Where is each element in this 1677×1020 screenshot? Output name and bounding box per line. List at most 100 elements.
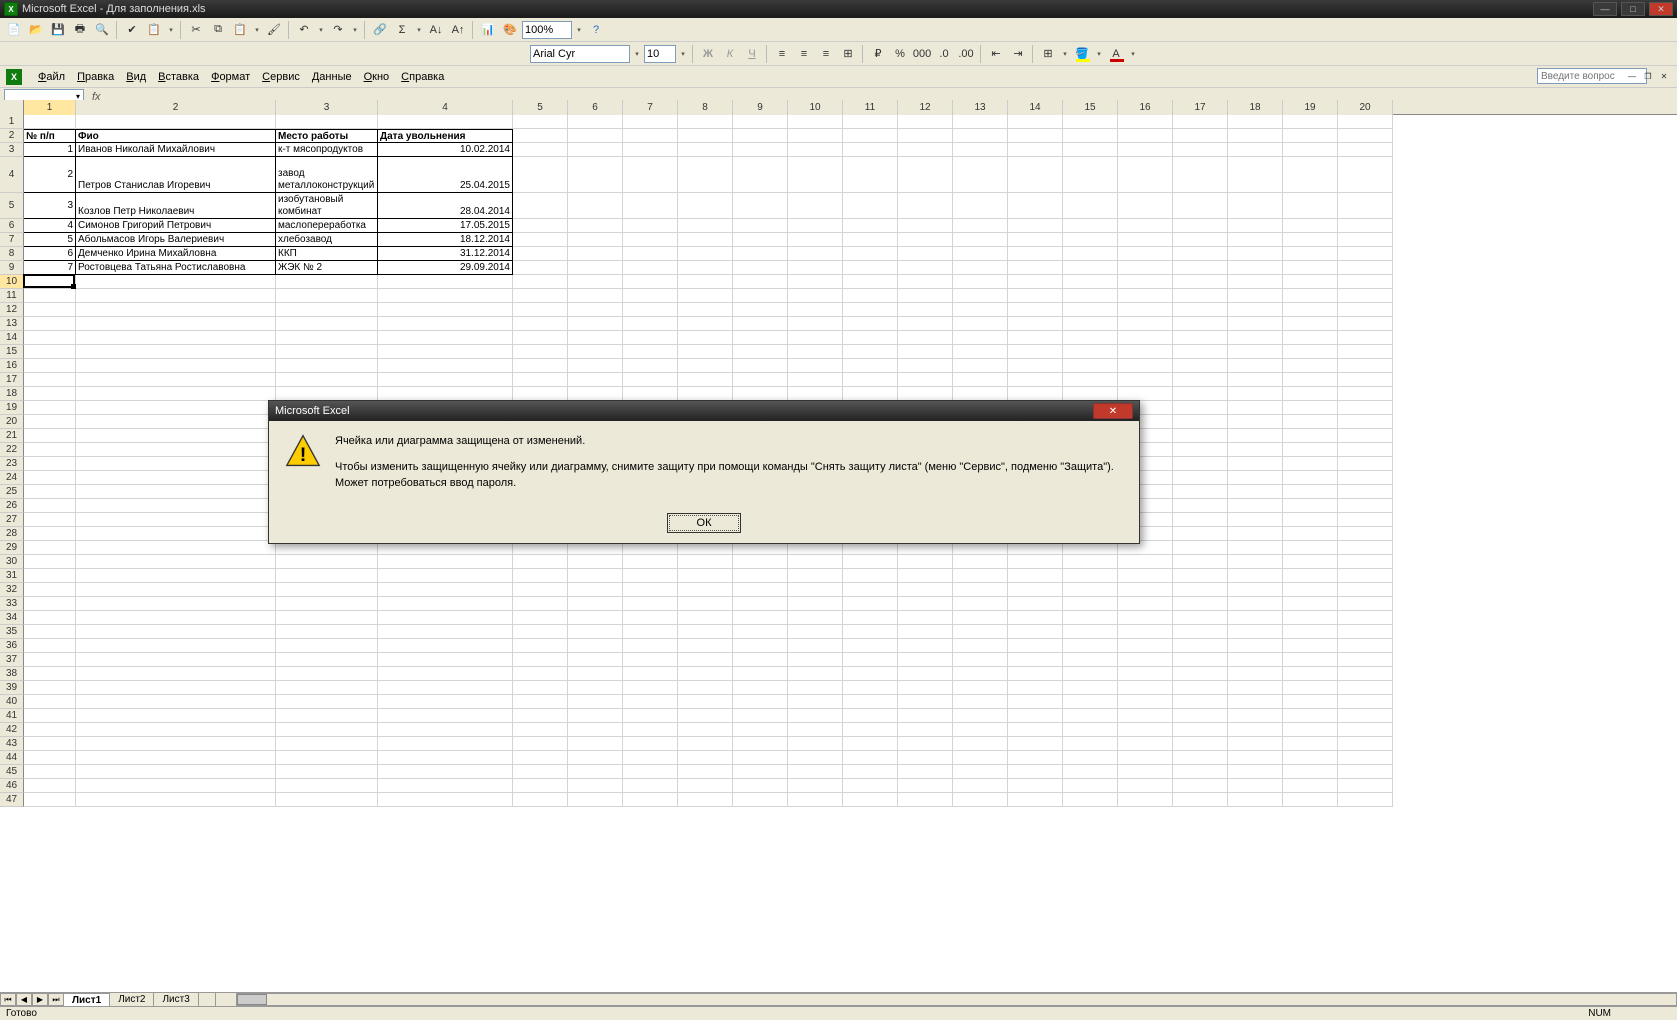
cell[interactable] [733, 157, 788, 193]
cell[interactable] [623, 233, 678, 247]
cell[interactable] [788, 779, 843, 793]
cell[interactable] [276, 303, 378, 317]
cell[interactable] [788, 695, 843, 709]
cell[interactable] [1228, 737, 1283, 751]
cell[interactable] [678, 143, 733, 157]
cell[interactable] [953, 219, 1008, 233]
cell[interactable] [1008, 667, 1063, 681]
cell[interactable] [1228, 359, 1283, 373]
cell[interactable] [1063, 359, 1118, 373]
cell[interactable] [1228, 723, 1283, 737]
cell[interactable] [788, 331, 843, 345]
cell[interactable] [76, 681, 276, 695]
cell[interactable]: Фио [76, 129, 276, 143]
cell[interactable] [1283, 555, 1338, 569]
cell[interactable] [1283, 541, 1338, 555]
cell[interactable] [1063, 611, 1118, 625]
cell[interactable] [76, 443, 276, 457]
cell[interactable] [953, 247, 1008, 261]
cell[interactable] [1338, 695, 1393, 709]
cell[interactable] [1228, 541, 1283, 555]
cell[interactable] [733, 345, 788, 359]
cell[interactable] [898, 751, 953, 765]
cell[interactable] [1063, 681, 1118, 695]
cell[interactable] [788, 611, 843, 625]
cell[interactable] [898, 611, 953, 625]
cell[interactable] [788, 219, 843, 233]
cell[interactable] [678, 157, 733, 193]
cell[interactable] [843, 737, 898, 751]
cell[interactable] [1173, 457, 1228, 471]
cell[interactable] [378, 639, 513, 653]
cell[interactable] [276, 625, 378, 639]
cell[interactable] [1008, 129, 1063, 143]
cell[interactable] [788, 653, 843, 667]
cell[interactable] [276, 569, 378, 583]
cell[interactable] [276, 331, 378, 345]
cell[interactable] [76, 499, 276, 513]
cell[interactable] [678, 667, 733, 681]
cell[interactable]: Абольмасов Игорь Валериевич [76, 233, 276, 247]
cell[interactable] [953, 625, 1008, 639]
cell[interactable] [1283, 667, 1338, 681]
cell[interactable] [568, 247, 623, 261]
cell[interactable]: 28.04.2014 [378, 193, 513, 219]
cell[interactable] [1228, 611, 1283, 625]
row-header[interactable]: 17 [0, 373, 24, 387]
cell[interactable] [1173, 303, 1228, 317]
cell[interactable] [1228, 193, 1283, 219]
cell[interactable] [733, 261, 788, 275]
cell[interactable] [1173, 129, 1228, 143]
cell[interactable] [623, 193, 678, 219]
cell[interactable] [1173, 359, 1228, 373]
cell[interactable] [843, 331, 898, 345]
cell[interactable] [953, 695, 1008, 709]
cell[interactable] [1283, 681, 1338, 695]
menu-окно[interactable]: Окно [358, 69, 396, 85]
dropdown-icon[interactable]: ▾ [574, 26, 584, 34]
cell[interactable] [843, 625, 898, 639]
cell[interactable] [1173, 331, 1228, 345]
cell[interactable] [1228, 751, 1283, 765]
cell[interactable] [1283, 157, 1338, 193]
cell[interactable] [276, 723, 378, 737]
cell[interactable] [953, 737, 1008, 751]
cell[interactable] [1008, 611, 1063, 625]
cell[interactable] [733, 709, 788, 723]
cell[interactable] [898, 143, 953, 157]
cell[interactable] [568, 219, 623, 233]
row-header[interactable]: 10 [0, 275, 24, 289]
cell[interactable] [1283, 275, 1338, 289]
dropdown-icon[interactable]: ▾ [414, 26, 424, 34]
menu-файл[interactable]: Файл [32, 69, 71, 85]
cell[interactable] [1228, 653, 1283, 667]
format-painter-icon[interactable]: 🖌 [264, 20, 284, 40]
cell[interactable]: Демченко Ирина Михайловна [76, 247, 276, 261]
cell[interactable] [1283, 471, 1338, 485]
cell[interactable] [1118, 569, 1173, 583]
cell[interactable] [1173, 527, 1228, 541]
zoom-combo[interactable] [522, 21, 572, 39]
cut-icon[interactable]: ✂ [186, 20, 206, 40]
cell[interactable] [733, 639, 788, 653]
cell[interactable] [1338, 443, 1393, 457]
cell[interactable] [898, 115, 953, 129]
cell[interactable] [1338, 653, 1393, 667]
cell[interactable] [513, 303, 568, 317]
cell[interactable] [623, 779, 678, 793]
cell[interactable] [513, 723, 568, 737]
row-header[interactable]: 14 [0, 331, 24, 345]
cell[interactable] [843, 345, 898, 359]
cell[interactable] [953, 681, 1008, 695]
cell[interactable] [276, 793, 378, 807]
cell[interactable] [843, 143, 898, 157]
cell[interactable] [623, 115, 678, 129]
cell[interactable] [898, 359, 953, 373]
cell[interactable] [898, 317, 953, 331]
cell[interactable] [568, 115, 623, 129]
cell[interactable] [843, 261, 898, 275]
cell[interactable] [1118, 667, 1173, 681]
cell[interactable] [1338, 345, 1393, 359]
cell[interactable] [24, 387, 76, 401]
cell[interactable] [276, 751, 378, 765]
